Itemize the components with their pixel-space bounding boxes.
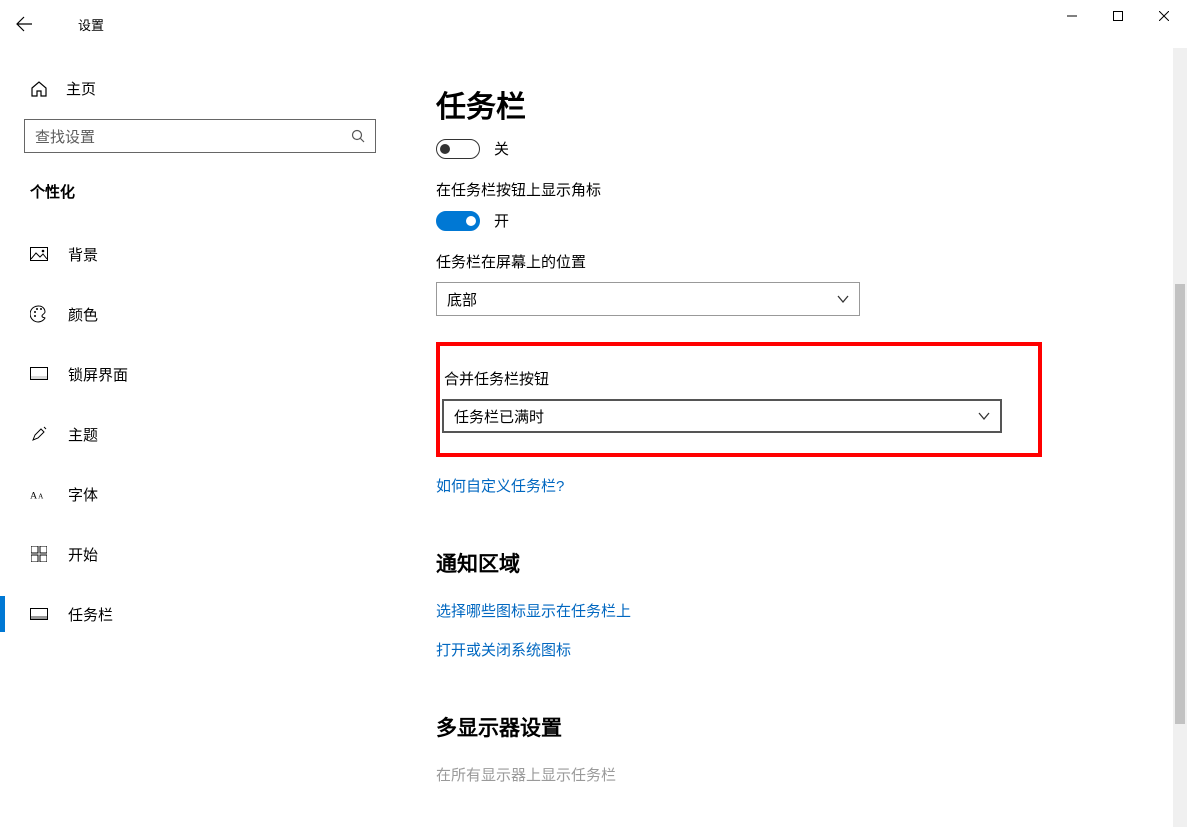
combine-label: 合并任务栏按钮 — [444, 368, 1026, 389]
window-title: 设置 — [78, 15, 104, 34]
scrollbar-thumb[interactable] — [1175, 284, 1185, 724]
sidebar-item-taskbar[interactable]: 任务栏 — [24, 592, 376, 636]
taskbar-position-dropdown[interactable]: 底部 — [436, 282, 860, 316]
lockscreen-icon — [30, 367, 48, 381]
minimize-button[interactable] — [1049, 0, 1095, 32]
system-icons-link[interactable]: 打开或关闭系统图标 — [436, 639, 571, 660]
badges-label: 在任务栏按钮上显示角标 — [436, 179, 1187, 200]
sidebar-item-label: 字体 — [68, 484, 98, 505]
maximize-icon — [1113, 11, 1123, 21]
combine-buttons-dropdown[interactable]: 任务栏已满时 — [442, 399, 1002, 433]
back-button[interactable] — [0, 0, 48, 48]
home-label: 主页 — [66, 78, 96, 99]
sidebar-item-fonts[interactable]: AA 字体 — [24, 472, 376, 516]
sidebar-item-label: 颜色 — [68, 304, 98, 325]
notification-area-heading: 通知区域 — [436, 548, 1187, 578]
sidebar-item-lockscreen[interactable]: 锁屏界面 — [24, 352, 376, 396]
toggle-state-label: 开 — [494, 210, 509, 231]
sidebar-item-label: 主题 — [68, 424, 98, 445]
sidebar-item-themes[interactable]: 主题 — [24, 412, 376, 456]
toggle-badges[interactable] — [436, 211, 480, 231]
palette-icon — [30, 305, 48, 323]
toggle-state-label: 关 — [494, 138, 509, 159]
position-label: 任务栏在屏幕上的位置 — [436, 251, 1187, 272]
grid-icon — [30, 546, 48, 562]
page-title: 任务栏 — [436, 82, 1187, 126]
window-controls — [1049, 0, 1187, 32]
search-input[interactable]: 查找设置 — [24, 119, 376, 153]
chevron-down-icon — [837, 293, 849, 305]
search-placeholder: 查找设置 — [35, 126, 95, 147]
sidebar-item-colors[interactable]: 颜色 — [24, 292, 376, 336]
select-icons-link[interactable]: 选择哪些图标显示在任务栏上 — [436, 600, 631, 621]
close-button[interactable] — [1141, 0, 1187, 32]
home-nav[interactable]: 主页 — [24, 78, 376, 99]
titlebar: 设置 — [0, 0, 1187, 48]
close-icon — [1159, 11, 1169, 21]
font-icon: AA — [30, 487, 48, 501]
home-icon — [30, 80, 48, 98]
svg-text:A: A — [38, 493, 44, 501]
sidebar-item-label: 锁屏界面 — [68, 364, 128, 385]
sidebar-item-start[interactable]: 开始 — [24, 532, 376, 576]
multi-monitor-heading: 多显示器设置 — [436, 712, 1187, 742]
show-on-all-displays-label: 在所有显示器上显示任务栏 — [436, 764, 1187, 785]
sidebar-section-title: 个性化 — [24, 181, 376, 202]
sidebar-item-label: 开始 — [68, 544, 98, 565]
taskbar-icon — [30, 608, 48, 620]
chevron-down-icon — [978, 410, 990, 422]
maximize-button[interactable] — [1095, 0, 1141, 32]
sidebar-item-background[interactable]: 背景 — [24, 232, 376, 276]
picture-icon — [30, 247, 48, 261]
dropdown-value: 任务栏已满时 — [454, 406, 544, 427]
minimize-icon — [1067, 11, 1077, 21]
svg-text:A: A — [30, 491, 38, 502]
arrow-left-icon — [16, 16, 32, 32]
search-icon — [351, 129, 365, 143]
customize-taskbar-link[interactable]: 如何自定义任务栏? — [436, 475, 564, 496]
sidebar-item-label: 任务栏 — [68, 604, 113, 625]
highlighted-section: 合并任务栏按钮 任务栏已满时 — [436, 342, 1042, 457]
sidebar: 主页 查找设置 个性化 背景 — [0, 48, 400, 827]
content-area: 任务栏 关 在任务栏按钮上显示角标 开 任务栏在屏幕上的位置 底部 合并任务栏按… — [400, 48, 1187, 827]
sidebar-item-label: 背景 — [68, 244, 98, 265]
toggle-unknown[interactable] — [436, 139, 480, 159]
brush-icon — [30, 425, 48, 443]
dropdown-value: 底部 — [447, 289, 477, 310]
